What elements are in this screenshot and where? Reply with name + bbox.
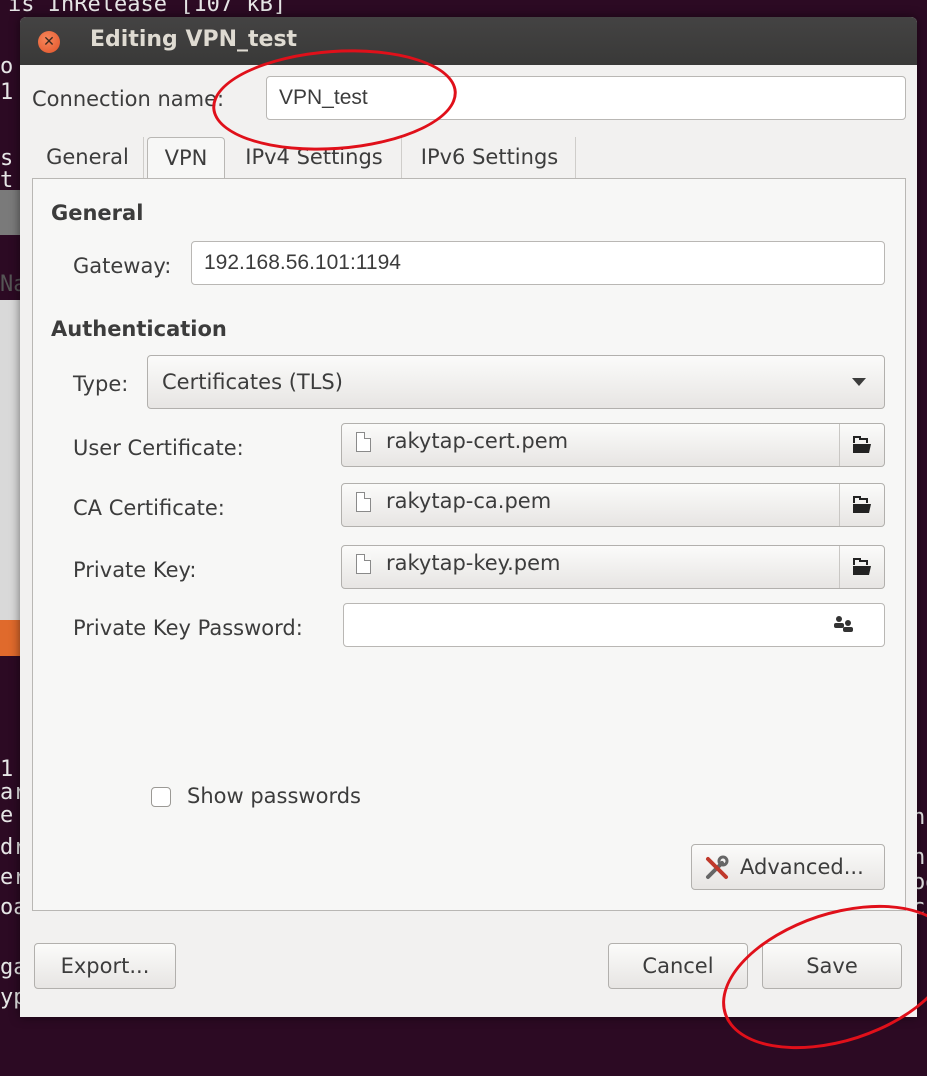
terminal-panel <box>0 300 20 620</box>
file-icon <box>356 432 371 452</box>
type-label: Type: <box>73 372 129 396</box>
terminal-char: 1 <box>0 757 14 782</box>
private-key-password-label: Private Key Password: <box>73 616 303 640</box>
terminal-highlight-bar <box>0 190 20 235</box>
user-certificate-file: rakytap-cert.pem <box>386 429 569 453</box>
window-title: Editing VPN_test <box>90 27 298 52</box>
file-icon <box>356 554 371 574</box>
authentication-heading: Authentication <box>51 317 227 341</box>
general-heading: General <box>51 201 144 225</box>
folder-open-icon[interactable] <box>839 424 884 466</box>
ca-certificate-chooser[interactable]: rakytap-ca.pem <box>341 483 885 527</box>
private-key-file: rakytap-key.pem <box>386 551 561 575</box>
export-button[interactable]: Export... <box>34 943 176 989</box>
folder-open-icon[interactable] <box>839 546 884 588</box>
gateway-input[interactable] <box>191 241 885 285</box>
advanced-label: Advanced... <box>740 855 864 879</box>
user-certificate-label: User Certificate: <box>73 436 244 460</box>
users-icon[interactable] <box>833 615 855 637</box>
tab-general[interactable]: General <box>32 137 144 179</box>
folder-open-icon[interactable] <box>839 484 884 526</box>
tools-icon <box>704 855 730 886</box>
save-button[interactable]: Save <box>762 943 902 989</box>
terminal-char: e <box>0 803 14 828</box>
terminal-top-line: is InRelease [107 kB] <box>8 0 287 17</box>
vpn-tab-panel: General Gateway: Authentication Type: Ce… <box>32 178 906 911</box>
tab-vpn[interactable]: VPN <box>147 137 225 179</box>
show-passwords-checkbox[interactable] <box>151 787 171 807</box>
user-certificate-chooser[interactable]: rakytap-cert.pem <box>341 423 885 467</box>
tab-ipv6-settings[interactable]: IPv6 Settings <box>404 137 576 179</box>
auth-type-dropdown[interactable]: Certificates (TLS) <box>147 355 885 409</box>
title-bar: ✕ Editing VPN_test <box>20 17 917 65</box>
ca-certificate-label: CA Certificate: <box>73 496 225 520</box>
terminal-char: t <box>0 168 14 193</box>
cancel-button[interactable]: Cancel <box>608 943 748 989</box>
connection-name-input[interactable] <box>266 76 906 120</box>
tab-ipv4-settings[interactable]: IPv4 Settings <box>227 137 402 179</box>
terminal-orange-bar <box>0 620 20 656</box>
advanced-button[interactable]: Advanced... <box>691 844 885 890</box>
private-key-password-input[interactable] <box>343 603 885 647</box>
private-key-label: Private Key: <box>73 558 197 582</box>
auth-type-value: Certificates (TLS) <box>162 370 343 394</box>
terminal-char: 1 <box>0 80 14 105</box>
chevron-down-icon <box>852 378 866 386</box>
terminal-char: o <box>0 54 14 79</box>
ca-certificate-file: rakytap-ca.pem <box>386 489 552 513</box>
close-icon[interactable]: ✕ <box>38 31 60 53</box>
connection-name-label: Connection name: <box>32 87 225 111</box>
file-icon <box>356 492 371 512</box>
private-key-chooser[interactable]: rakytap-key.pem <box>341 545 885 589</box>
show-passwords-label: Show passwords <box>187 784 361 808</box>
gateway-label: Gateway: <box>73 254 172 278</box>
edit-vpn-dialog: ✕ Editing VPN_test Connection name: Gene… <box>20 17 917 1017</box>
